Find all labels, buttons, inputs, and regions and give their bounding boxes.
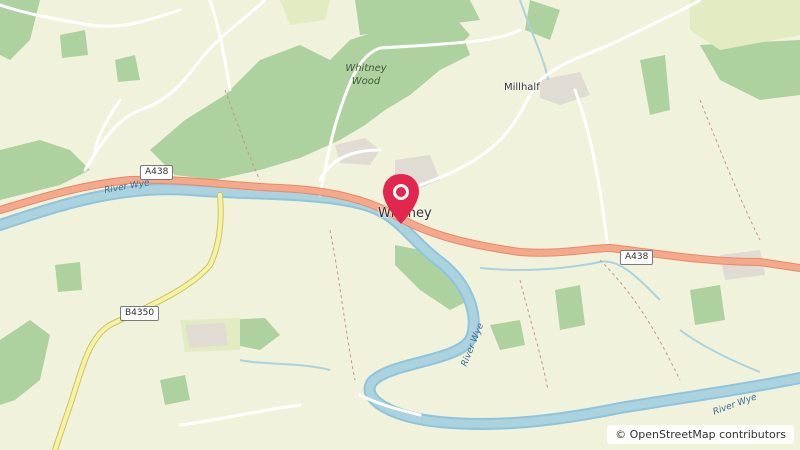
road-shield-a438-east: A438 — [620, 250, 654, 265]
road-shield-b4350: B4350 — [120, 306, 160, 321]
map-pin-icon[interactable] — [381, 172, 421, 226]
place-label-whitney-wood: Whitney Wood — [345, 63, 387, 87]
map-attribution[interactable]: © OpenStreetMap contributors — [607, 425, 794, 444]
place-label-millhalf: Millhalf — [504, 82, 540, 93]
